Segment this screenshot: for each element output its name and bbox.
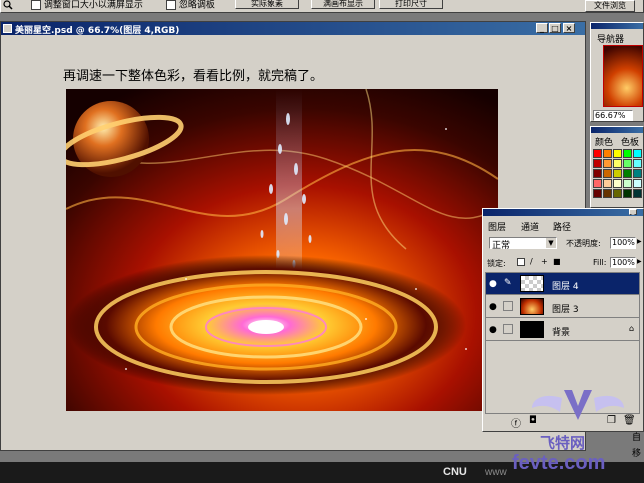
layer-name: 背景 [552, 328, 571, 338]
color-swatch[interactable] [633, 149, 642, 158]
lock-icon: ⌂ [629, 324, 635, 333]
fevte-watermark: 飞特网 fevte.com [512, 380, 644, 483]
maximize-button[interactable]: □ [549, 23, 561, 33]
color-swatch[interactable] [593, 169, 602, 178]
layer-row[interactable]: ● 图层 3 [486, 296, 639, 318]
layer-name: 图层 3 [552, 305, 579, 315]
brand-en-text: fevte.com [512, 452, 606, 474]
navigator-panel: 导航器 66.67% [590, 22, 644, 122]
color-swatch[interactable] [623, 169, 632, 178]
fit-on-screen-button[interactable]: 满画布显示 [311, 0, 375, 9]
color-swatch[interactable] [613, 179, 622, 188]
color-swatch[interactable] [623, 179, 632, 188]
resize-windows-label: 调整窗口大小以满屏显示 [43, 0, 143, 11]
ignore-palettes-checkbox[interactable] [166, 0, 176, 10]
opacity-arrow-icon[interactable]: ▶ [637, 238, 642, 245]
blend-mode-value: 正常 [492, 241, 511, 251]
chevron-down-icon[interactable]: ▼ [546, 238, 556, 248]
opacity-field[interactable]: 100% [610, 237, 636, 249]
color-swatch[interactable] [603, 159, 612, 168]
color-swatch[interactable] [603, 179, 612, 188]
blend-mode-select[interactable]: 正常 ▼ [489, 237, 557, 251]
layer-link-box[interactable] [503, 324, 513, 334]
lock-transparent-icon[interactable] [517, 258, 525, 266]
eye-icon[interactable]: ● [489, 279, 497, 289]
color-swatch[interactable] [593, 189, 602, 198]
color-swatch[interactable] [593, 179, 602, 188]
color-swatch[interactable] [623, 149, 632, 158]
document-titlebar[interactable]: 美丽星空.psd @ 66.7%(图层 4,RGB) _ □ × [1, 22, 585, 36]
layers-tab[interactable]: 图层 [488, 220, 507, 233]
fill-arrow-icon[interactable]: ▶ [637, 258, 642, 265]
swatches-tab[interactable]: 色板 [621, 135, 639, 148]
color-swatch[interactable] [613, 159, 622, 168]
document-title: 美丽星空.psd @ 66.7%(图层 4,RGB) [15, 26, 180, 36]
layers-titlebar[interactable]: _ [483, 209, 643, 216]
color-panel: 颜色 色板 [590, 126, 644, 208]
channels-tab[interactable]: 通道 [521, 220, 539, 233]
layer-row[interactable]: ● ✎ 图层 4 [486, 273, 639, 295]
layer-name: 图层 4 [552, 282, 579, 292]
fill-label: Fill: [593, 258, 607, 267]
layers-panel-minimize-button[interactable]: _ [629, 209, 637, 215]
zoom-icon[interactable] [3, 0, 13, 10]
color-swatch[interactable] [633, 179, 642, 188]
brand-cn-text: 飞特网 [540, 434, 586, 452]
color-swatch[interactable] [603, 169, 612, 178]
color-titlebar[interactable] [591, 127, 643, 133]
close-button[interactable]: × [563, 23, 575, 33]
color-swatch[interactable] [613, 189, 622, 198]
layer-link-box[interactable] [503, 301, 513, 311]
minimize-button[interactable]: _ [536, 23, 548, 33]
color-swatch[interactable] [593, 159, 602, 168]
opacity-label: 不透明度: [566, 239, 601, 248]
print-size-button[interactable]: 打印尺寸 [379, 0, 443, 9]
lock-all-icon[interactable]: ■ [553, 257, 561, 266]
swatch-grid [593, 149, 644, 205]
file-browser-tab[interactable]: 文件浏览 [585, 0, 635, 12]
color-swatch[interactable] [633, 189, 642, 198]
layer-thumbnail [520, 321, 544, 338]
options-bar: 调整窗口大小以满屏显示 忽略调板 实际象素 满画布显示 打印尺寸 文件浏览 [0, 0, 644, 13]
color-swatch[interactable] [603, 149, 612, 158]
color-swatch[interactable] [623, 159, 632, 168]
color-swatch[interactable] [633, 169, 642, 178]
ignore-palettes-option[interactable]: 忽略调板 [166, 0, 215, 10]
color-tab[interactable]: 颜色 [595, 135, 613, 148]
layer-thumbnail [520, 275, 544, 292]
color-swatch[interactable] [613, 149, 622, 158]
eye-icon[interactable]: ● [489, 325, 497, 335]
document-caption: 再调速一下整体色彩，看看比例，就完稿了。 [63, 69, 324, 84]
eye-icon[interactable]: ● [489, 302, 497, 312]
resize-windows-checkbox[interactable] [31, 0, 41, 10]
color-swatch[interactable] [633, 159, 642, 168]
lock-label: 锁定: [487, 259, 506, 268]
color-swatch[interactable] [603, 189, 612, 198]
cnu-logo: CNU [443, 466, 467, 478]
artwork-canvas[interactable] [66, 89, 498, 411]
actual-pixels-button[interactable]: 实际象素 [235, 0, 299, 9]
color-swatch[interactable] [613, 169, 622, 178]
navigator-zoom-field[interactable]: 66.67% [593, 110, 633, 121]
lock-move-icon[interactable]: + [541, 257, 548, 266]
layer-thumbnail [520, 298, 544, 315]
www-text: www [485, 467, 507, 478]
navigator-tab[interactable]: 导航器 [597, 32, 624, 45]
fill-field[interactable]: 100% [610, 257, 636, 268]
document-icon [3, 24, 12, 33]
navigator-thumbnail[interactable] [603, 45, 643, 107]
layer-row[interactable]: ● 背景 ⌂ [486, 319, 639, 341]
paths-tab[interactable]: 路径 [553, 220, 571, 233]
brush-icon[interactable]: ✎ [504, 278, 512, 288]
lock-paint-icon[interactable]: / [530, 257, 533, 266]
color-swatch[interactable] [593, 149, 602, 158]
resize-windows-option[interactable]: 调整窗口大小以满屏显示 [31, 0, 143, 10]
color-swatch[interactable] [623, 189, 632, 198]
ignore-palettes-label: 忽略调板 [178, 0, 215, 11]
navigator-titlebar[interactable] [591, 23, 643, 29]
